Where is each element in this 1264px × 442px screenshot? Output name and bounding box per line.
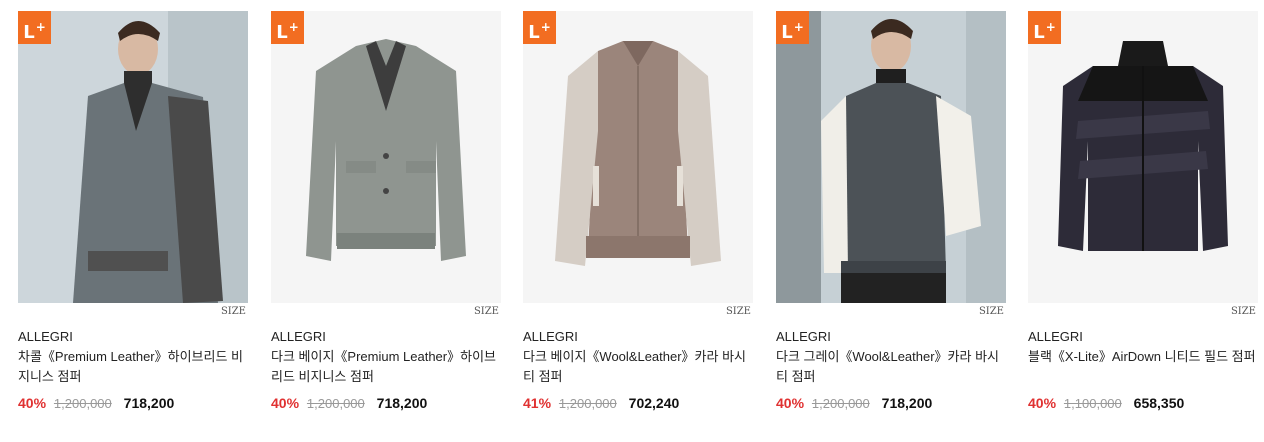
discount-rate: 40% (776, 395, 805, 411)
product-image[interactable]: L+ (271, 11, 501, 303)
product-card[interactable]: L+ SIZE ALLEGRI 다크 베이지《Wool&Leather》카라 바… (523, 11, 753, 414)
product-card[interactable]: L+ SIZE ALLEGRI 다크 그레이《Wool&Leather》카라 바… (776, 11, 1006, 414)
model-leather-jacket-photo (18, 11, 248, 303)
discount-rate: 40% (1028, 395, 1057, 411)
product-image[interactable]: L+ (18, 11, 248, 303)
model-varsity-jacket-photo (776, 11, 1006, 303)
discount-rate: 40% (18, 395, 47, 411)
price-row: 41% 1,200,000 702,240 (523, 393, 753, 414)
product-title[interactable]: 블랙《X-Lite》AirDown 니티드 필드 점퍼 (1028, 347, 1258, 387)
price-row: 40% 1,200,000 718,200 (776, 393, 1006, 414)
original-price: 1,100,000 (1063, 396, 1122, 411)
sale-price: 718,200 (123, 395, 175, 411)
brand-name: ALLEGRI (1028, 329, 1083, 344)
product-title[interactable]: 다크 베이지《Premium Leather》하이브리드 비지니스 점퍼 (271, 347, 501, 387)
price-row: 40% 1,100,000 658,350 (1028, 393, 1258, 414)
product-grid: L+ SIZE ALLEGRI 차콜《Premium Leather》하이브리드… (0, 0, 1264, 442)
original-price: 1,200,000 (53, 396, 112, 411)
price-row: 40% 1,200,000 718,200 (18, 393, 248, 414)
product-image[interactable]: L+ (1028, 11, 1258, 303)
l-plus-badge: L+ (523, 11, 556, 44)
product-title[interactable]: 다크 그레이《Wool&Leather》카라 바시티 점퍼 (776, 347, 1006, 387)
l-plus-badge: L+ (18, 11, 51, 44)
l-plus-badge: L+ (271, 11, 304, 44)
discount-rate: 40% (271, 395, 300, 411)
original-price: 1,200,000 (306, 396, 365, 411)
l-plus-badge: L+ (1028, 11, 1061, 44)
sale-price: 718,200 (376, 395, 428, 411)
sale-price: 702,240 (628, 395, 680, 411)
product-title[interactable]: 다크 베이지《Wool&Leather》카라 바시티 점퍼 (523, 347, 753, 387)
product-card[interactable]: L+ SIZE ALLEGRI 차콜《Premium Leather》하이브리드… (18, 11, 248, 414)
wool-varsity-jacket-photo (523, 11, 753, 303)
size-label[interactable]: SIZE (271, 303, 501, 325)
l-plus-badge: L+ (776, 11, 809, 44)
product-image[interactable]: L+ (523, 11, 753, 303)
product-title[interactable]: 차콜《Premium Leather》하이브리드 비지니스 점퍼 (18, 347, 248, 387)
price-row: 40% 1,200,000 718,200 (271, 393, 501, 414)
brand-name: ALLEGRI (776, 329, 831, 344)
brand-name: ALLEGRI (271, 329, 326, 344)
product-image[interactable]: L+ (776, 11, 1006, 303)
product-card[interactable]: L+ SIZE ALLEGRI 블랙《X-Lite》AirDown 니티드 필드… (1028, 11, 1258, 414)
sale-price: 658,350 (1133, 395, 1185, 411)
sale-price: 718,200 (881, 395, 933, 411)
original-price: 1,200,000 (811, 396, 870, 411)
size-label[interactable]: SIZE (1028, 303, 1258, 325)
original-price: 1,200,000 (558, 396, 617, 411)
brand-name: ALLEGRI (523, 329, 578, 344)
discount-rate: 41% (523, 395, 552, 411)
size-label[interactable]: SIZE (776, 303, 1006, 325)
size-label[interactable]: SIZE (18, 303, 248, 325)
product-card[interactable]: L+ SIZE ALLEGRI 다크 베이지《Premium Leather》하… (271, 11, 501, 414)
brand-name: ALLEGRI (18, 329, 73, 344)
gray-leather-jacket-photo (271, 11, 501, 303)
black-down-jacket-photo (1028, 11, 1258, 303)
size-label[interactable]: SIZE (523, 303, 753, 325)
